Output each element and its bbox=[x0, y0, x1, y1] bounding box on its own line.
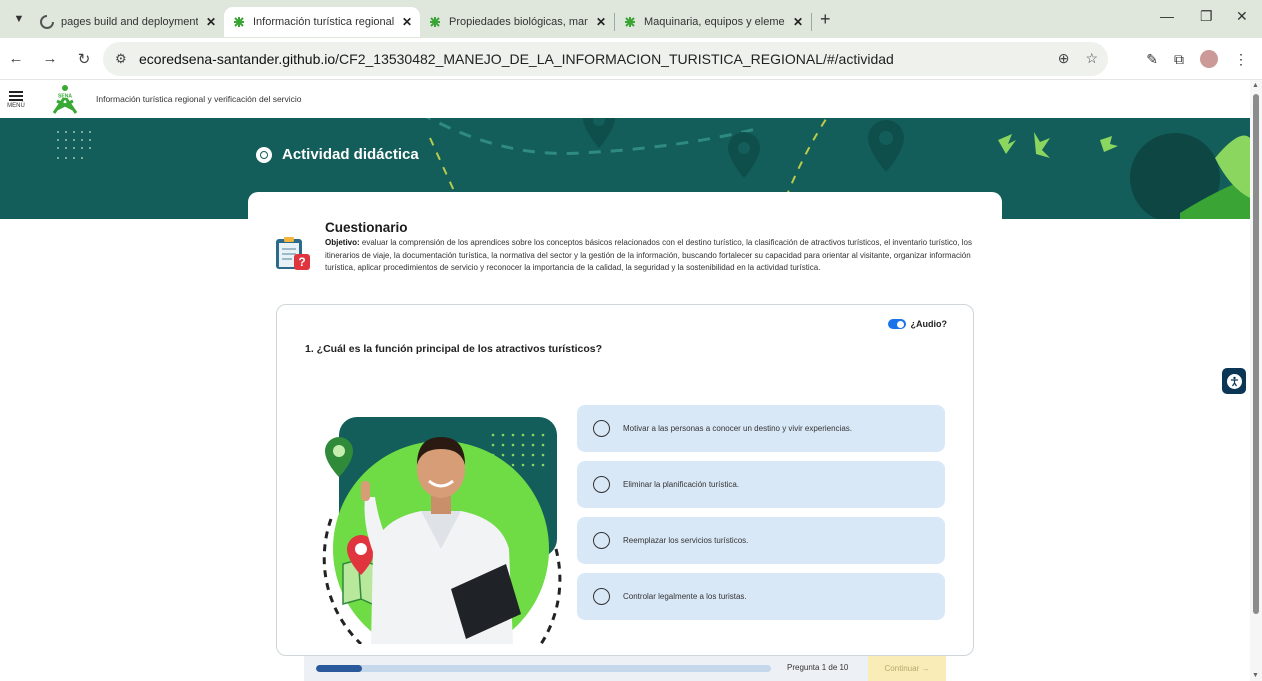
close-icon[interactable]: ✕ bbox=[793, 15, 803, 29]
minimize-icon[interactable]: — bbox=[1160, 8, 1174, 24]
forward-icon[interactable]: → bbox=[38, 50, 62, 67]
close-icon[interactable]: ✕ bbox=[402, 15, 412, 29]
answer-option[interactable]: Motivar a las personas a conocer un dest… bbox=[577, 405, 945, 452]
logo-text: SENA bbox=[58, 94, 72, 100]
quiz-intro: ? Cuestionario Objetivo: evaluar la comp… bbox=[274, 220, 974, 275]
question-counter: Pregunta 1 de 10 bbox=[787, 663, 849, 672]
tab-title: Maquinaria, equipos y elementos bbox=[644, 16, 785, 28]
scroll-down-icon[interactable]: ▼ bbox=[1252, 672, 1259, 679]
tab-title: Propiedades biológicas, manejo y bbox=[449, 16, 588, 28]
question-box: ¿Audio? 1. ¿Cuál es la función principal… bbox=[276, 304, 974, 657]
new-tab-icon[interactable]: + bbox=[820, 9, 831, 30]
browser-tab-bar: ▼ pages build and deployment · ECC ✕ Inf… bbox=[0, 0, 1262, 38]
answer-option-text: Reemplazar los servicios turísticos. bbox=[623, 536, 749, 545]
back-icon[interactable]: ← bbox=[4, 50, 28, 67]
browser-tab[interactable]: Propiedades biológicas, manejo y ✕ bbox=[420, 7, 614, 37]
site-title: Información turística regional y verific… bbox=[96, 94, 302, 104]
close-window-icon[interactable]: ✕ bbox=[1236, 8, 1248, 25]
browser-tab-active[interactable]: Información turística regional y ve ✕ bbox=[224, 7, 420, 37]
close-icon[interactable]: ✕ bbox=[206, 15, 216, 29]
bookmark-star-icon[interactable]: ☆ bbox=[1085, 50, 1098, 67]
question-illustration bbox=[301, 399, 563, 657]
answer-option[interactable]: Eliminar la planificación turística. bbox=[577, 461, 945, 508]
answer-option[interactable]: Controlar legalmente a los turistas. bbox=[577, 573, 945, 620]
progress-fill bbox=[316, 665, 362, 672]
accessibility-icon bbox=[1226, 373, 1242, 389]
tab-separator bbox=[811, 13, 812, 31]
svg-text:?: ? bbox=[298, 255, 305, 269]
radio-button[interactable] bbox=[593, 588, 610, 605]
answer-option[interactable]: Reemplazar los servicios turísticos. bbox=[577, 517, 945, 564]
sena-icon bbox=[623, 15, 637, 29]
eyedropper-icon[interactable]: ✎ bbox=[1146, 51, 1158, 68]
page-title: Actividad didáctica bbox=[282, 146, 419, 163]
browser-tab[interactable]: pages build and deployment · ECC ✕ bbox=[32, 7, 224, 37]
extensions-icon[interactable]: ⧉ bbox=[1174, 51, 1184, 68]
restore-icon[interactable]: ❐ bbox=[1200, 8, 1213, 25]
browser-tab[interactable]: Maquinaria, equipos y elementos ✕ bbox=[615, 7, 811, 37]
scroll-up-icon[interactable]: ▲ bbox=[1252, 82, 1259, 89]
hamburger-icon bbox=[9, 89, 23, 103]
tab-search-icon[interactable]: ▼ bbox=[6, 6, 32, 32]
site-settings-icon[interactable]: ⚙ bbox=[115, 51, 133, 67]
answer-options: Motivar a las personas a conocer un dest… bbox=[577, 405, 945, 629]
clock-icon bbox=[256, 146, 272, 163]
tab-title: pages build and deployment · ECC bbox=[61, 16, 198, 28]
radio-button[interactable] bbox=[593, 476, 610, 493]
sena-icon bbox=[428, 15, 442, 29]
zoom-icon[interactable]: ⊕ bbox=[1058, 50, 1070, 67]
answer-option-text: Controlar legalmente a los turistas. bbox=[623, 592, 747, 601]
close-icon[interactable]: ✕ bbox=[596, 15, 606, 29]
quiz-progress-row: Pregunta 1 de 10 Continuar → bbox=[304, 656, 946, 681]
github-actions-icon bbox=[40, 15, 54, 29]
clipboard-question-icon: ? bbox=[274, 236, 312, 272]
answer-option-text: Motivar a las personas a conocer un dest… bbox=[623, 424, 852, 433]
audio-switch[interactable] bbox=[887, 319, 906, 329]
sena-icon bbox=[232, 15, 246, 29]
quiz-objective: Objetivo: evaluar la comprensión de los … bbox=[325, 237, 974, 275]
audio-label: ¿Audio? bbox=[910, 319, 948, 329]
url-text: ecoredsena-santander.github.io/CF2_13530… bbox=[139, 51, 894, 67]
site-header: MENÚ SENA Información turística regional… bbox=[0, 80, 1250, 118]
objective-text: evaluar la comprensión de los aprendices… bbox=[325, 238, 972, 272]
radio-button[interactable] bbox=[593, 532, 610, 549]
tab-title: Información turística regional y ve bbox=[253, 16, 394, 28]
address-bar[interactable]: ⚙ ecoredsena-santander.github.io/CF2_135… bbox=[103, 42, 1108, 76]
reload-icon[interactable]: ↻ bbox=[72, 50, 96, 68]
scroll-thumb[interactable] bbox=[1253, 94, 1259, 614]
objective-label: Objetivo: bbox=[325, 238, 360, 247]
sena-logo[interactable]: SENA bbox=[50, 83, 80, 115]
question-text: 1. ¿Cuál es la función principal de los … bbox=[305, 343, 602, 355]
menu-label: MENÚ bbox=[7, 103, 25, 109]
progress-track bbox=[316, 665, 771, 672]
continue-button[interactable]: Continuar → bbox=[868, 656, 946, 681]
browser-toolbar: ← → ↻ ⚙ ecoredsena-santander.github.io/C… bbox=[0, 38, 1262, 80]
radio-button[interactable] bbox=[593, 420, 610, 437]
banner-title: Actividad didáctica bbox=[256, 146, 419, 163]
quiz-heading: Cuestionario bbox=[325, 220, 408, 235]
more-menu-icon[interactable]: ⋮ bbox=[1234, 51, 1248, 68]
profile-avatar[interactable] bbox=[1200, 50, 1218, 68]
audio-toggle[interactable]: ¿Audio? bbox=[887, 319, 948, 329]
menu-button[interactable]: MENÚ bbox=[4, 81, 28, 117]
page-scrollbar[interactable]: ▲ ▼ bbox=[1250, 80, 1262, 681]
quiz-card: ? Cuestionario Objetivo: evaluar la comp… bbox=[248, 192, 1002, 681]
accessibility-button[interactable] bbox=[1222, 368, 1246, 394]
answer-option-text: Eliminar la planificación turística. bbox=[623, 480, 740, 489]
